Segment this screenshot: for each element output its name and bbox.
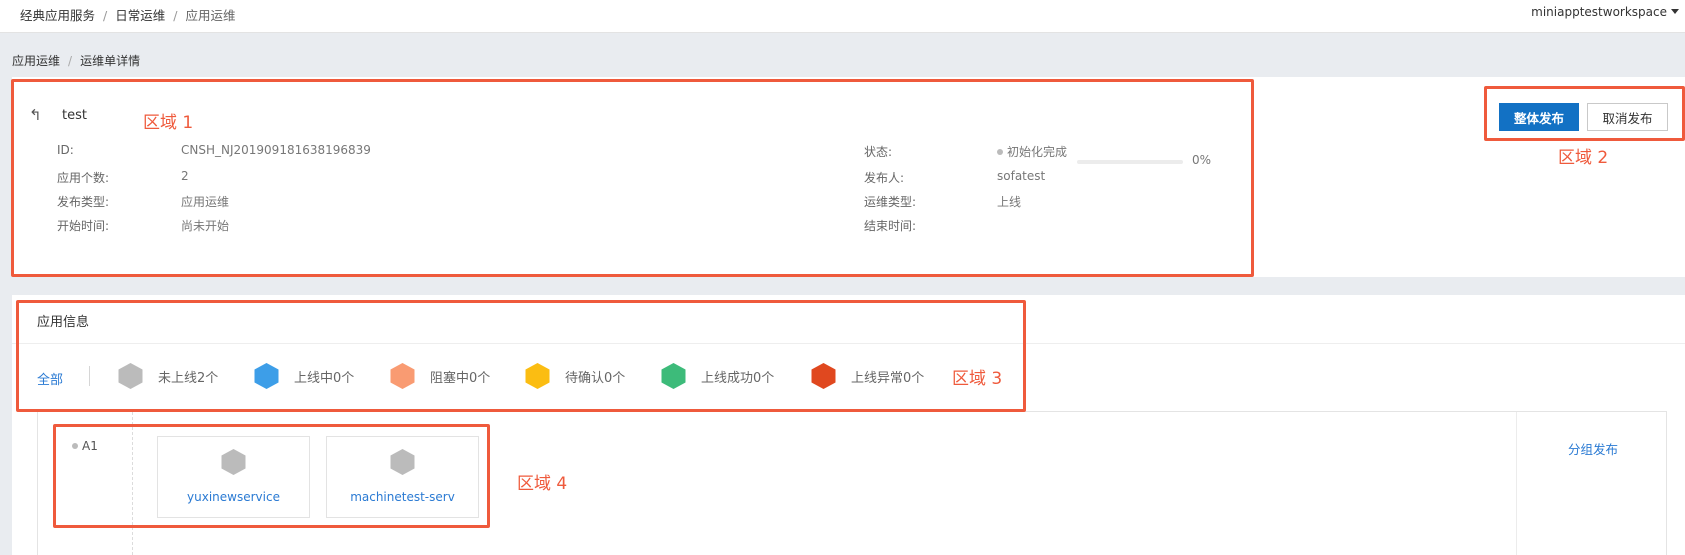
annotation-box-region-2 — [1484, 86, 1685, 141]
annotation-label-region-4: 区域 4 — [517, 474, 568, 494]
annotation-box-region-3 — [16, 300, 1026, 412]
annotation-box-region-4 — [53, 424, 490, 528]
breadcrumb-separator: / — [68, 54, 73, 68]
sub-breadcrumb-app-ops[interactable]: 应用运维 — [12, 54, 60, 68]
breadcrumb-item-daily-ops[interactable]: 日常运维 — [115, 8, 165, 23]
workspace-switcher[interactable]: miniapptestworkspace — [1531, 5, 1679, 19]
workspace-name: miniapptestworkspace — [1531, 5, 1667, 19]
sub-breadcrumb: 应用运维 / 运维单详情 — [12, 52, 140, 69]
caret-down-icon — [1671, 9, 1679, 14]
group-publish-link[interactable]: 分组发布 — [1568, 439, 1618, 458]
breadcrumb-separator: / — [103, 8, 108, 23]
breadcrumb-item-services[interactable]: 经典应用服务 — [20, 8, 95, 23]
top-bar: 经典应用服务 / 日常运维 / 应用运维 miniapptestworkspace — [0, 0, 1685, 33]
annotation-label-region-3: 区域 3 — [952, 369, 1003, 389]
annotation-label-region-1: 区域 1 — [143, 113, 194, 133]
sub-breadcrumb-order-detail: 运维单详情 — [80, 54, 141, 68]
breadcrumb-separator: / — [173, 8, 178, 23]
annotation-box-region-1 — [11, 79, 1254, 277]
annotation-label-region-2: 区域 2 — [1558, 148, 1609, 168]
breadcrumb-item-app-ops: 应用运维 — [185, 8, 236, 23]
breadcrumb: 经典应用服务 / 日常运维 / 应用运维 — [20, 5, 235, 24]
column-divider — [1516, 412, 1517, 555]
